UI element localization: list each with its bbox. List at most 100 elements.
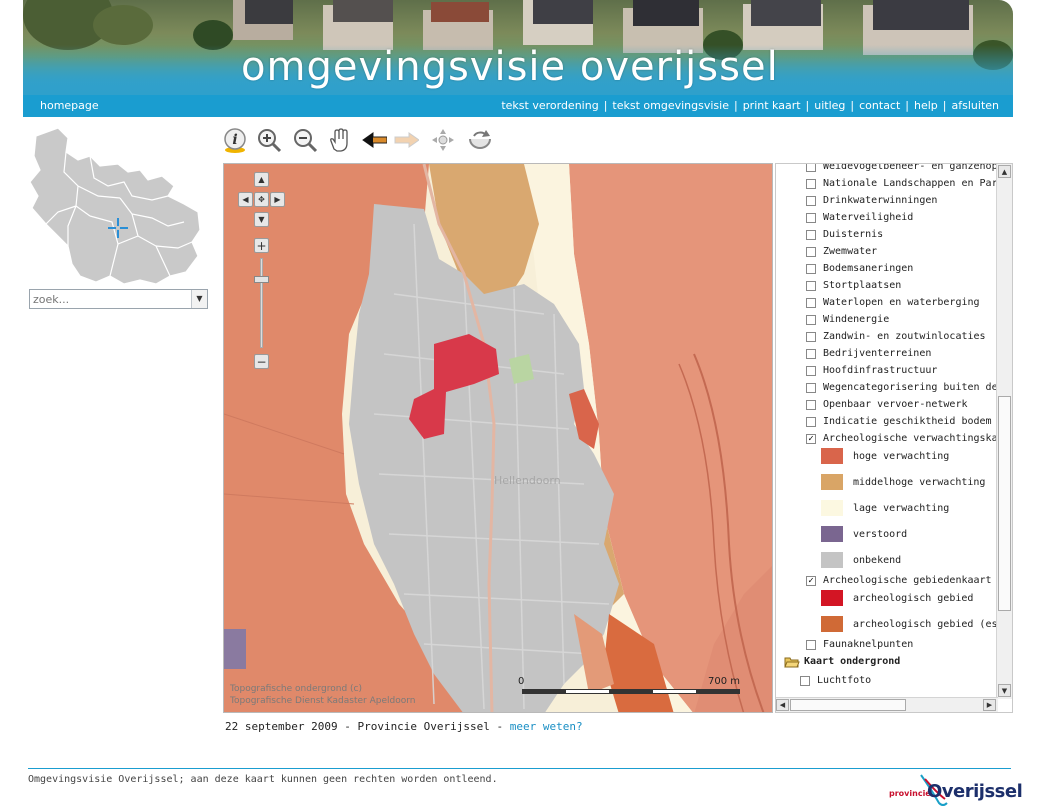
provincie-overijssel-logo[interactable]: provincie Overijssel: [887, 773, 1023, 809]
scroll-down-icon[interactable]: ▼: [998, 684, 1011, 697]
scroll-thumb[interactable]: [790, 699, 906, 711]
layer-checkbox[interactable]: [806, 314, 816, 325]
layer-row[interactable]: Indicatie geschiktheid bodem voor warmte…: [806, 413, 996, 430]
pan-down-button[interactable]: ▼: [254, 212, 269, 227]
layer-row[interactable]: Weidevogelbeheer- en ganzenopvanggebiede…: [806, 164, 996, 175]
layer-label: Weidevogelbeheer- en ganzenopvanggebiede…: [823, 164, 996, 172]
overview-map[interactable]: [28, 126, 204, 288]
layer-checkbox[interactable]: [806, 246, 816, 257]
layer-row[interactable]: Nationale Landschappen en Parken: [806, 175, 996, 192]
nav-link-uitleg[interactable]: uitleg: [814, 99, 845, 112]
nav-link-contact[interactable]: contact: [859, 99, 900, 112]
zoom-in-tool-button[interactable]: [256, 126, 282, 154]
legend-label: middelhoge verwachting: [853, 476, 986, 488]
zoom-out-icon: [294, 129, 318, 153]
layer-checkbox[interactable]: [806, 639, 816, 650]
layer-panel: Weidevogelbeheer- en ganzenopvanggebiede…: [775, 163, 1013, 713]
layer-row[interactable]: ✓ Archeologische verwachtingskaart: [806, 430, 996, 447]
layer-checkbox[interactable]: [806, 263, 816, 274]
full-extent-button[interactable]: [430, 126, 456, 154]
refresh-button[interactable]: [466, 126, 492, 154]
layer-checkbox[interactable]: [806, 365, 816, 376]
pan-left-button[interactable]: ◀: [238, 192, 253, 207]
scroll-thumb[interactable]: [998, 396, 1011, 611]
zoom-slider-track[interactable]: [260, 258, 263, 348]
layer-label: Archeologische verwachtingskaart: [823, 433, 996, 444]
nav-link-tekst-omgevingsvisie[interactable]: tekst omgevingsvisie: [612, 99, 729, 112]
layer-checkbox[interactable]: [806, 399, 816, 410]
layer-checkbox[interactable]: [806, 416, 816, 427]
layer-checkbox-checked[interactable]: ✓: [806, 575, 816, 586]
chevron-down-icon[interactable]: ▼: [191, 290, 207, 308]
legend-swatch: [821, 552, 843, 568]
search-combobox[interactable]: ▼: [29, 289, 208, 309]
vertical-scrollbar[interactable]: ▲ ▼: [996, 164, 1012, 699]
layer-group[interactable]: Kaart ondergrond: [784, 653, 900, 670]
layer-row[interactable]: Duisternis: [806, 226, 883, 243]
nav-link-afsluiten[interactable]: afsluiten: [952, 99, 999, 112]
scroll-right-icon[interactable]: ▶: [983, 699, 996, 711]
layer-label: Bedrijventerreinen: [823, 348, 932, 359]
layer-checkbox[interactable]: [806, 164, 816, 172]
nav-link-print-kaart[interactable]: print kaart: [743, 99, 801, 112]
info-tool-button[interactable]: i: [222, 126, 248, 154]
layer-row[interactable]: Zwemwater: [806, 243, 877, 260]
zoom-in-button[interactable]: +: [254, 238, 269, 253]
layer-checkbox[interactable]: [806, 348, 816, 359]
layer-row[interactable]: Faunaknelpunten: [806, 636, 913, 653]
layer-row[interactable]: ✓ Archeologische gebiedenkaart: [806, 572, 992, 589]
zoom-out-button[interactable]: −: [254, 354, 269, 369]
previous-extent-button[interactable]: [361, 126, 387, 154]
nav-separator: |: [850, 99, 855, 112]
layer-checkbox[interactable]: [800, 675, 810, 686]
nav-link-tekst-verordening[interactable]: tekst verordening: [501, 99, 598, 112]
refresh-icon: [469, 130, 491, 149]
layer-row[interactable]: Windenergie: [806, 311, 889, 328]
nav-link-homepage[interactable]: homepage: [40, 99, 99, 112]
legend-item: archeologisch gebied: [821, 588, 973, 608]
layer-row[interactable]: Waterveiligheid: [806, 209, 913, 226]
next-extent-button[interactable]: [393, 126, 419, 154]
scroll-up-icon[interactable]: ▲: [998, 165, 1011, 178]
layer-row[interactable]: Zandwin- en zoutwinlocaties: [806, 328, 986, 345]
layer-row[interactable]: Luchtfoto: [800, 672, 871, 689]
logo-text-overijssel: Overijssel: [927, 781, 1023, 802]
horizontal-scrollbar[interactable]: ◀ ▶: [776, 697, 998, 712]
layer-row[interactable]: Hoofdinfrastructuur: [806, 362, 937, 379]
search-input[interactable]: [30, 290, 188, 308]
layer-checkbox[interactable]: [806, 297, 816, 308]
layer-row[interactable]: Stortplaatsen: [806, 277, 901, 294]
legend-label: hoge verwachting: [853, 450, 950, 462]
map-viewer[interactable]: Hellendoorn ▲ ◀ ✥ ▶ ▼ + − 0 700 m Topogr…: [223, 163, 773, 713]
zoom-out-tool-button[interactable]: [292, 126, 318, 154]
scale-start-label: 0: [518, 676, 525, 687]
scroll-left-icon[interactable]: ◀: [776, 699, 789, 711]
nav-separator: |: [603, 99, 608, 112]
layer-row[interactable]: Openbaar vervoer-netwerk: [806, 396, 968, 413]
layer-checkbox[interactable]: [806, 212, 816, 223]
meer-weten-link[interactable]: meer weten?: [510, 720, 583, 733]
layer-checkbox-checked[interactable]: ✓: [806, 433, 816, 444]
layer-row[interactable]: Waterlopen en waterberging: [806, 294, 980, 311]
layer-row[interactable]: Drinkwaterwinningen: [806, 192, 937, 209]
pan-tool-button[interactable]: [326, 126, 352, 154]
zoom-slider-handle[interactable]: [254, 276, 269, 283]
map-attribution: Topografische ondergrond (c) Topografisc…: [230, 683, 415, 707]
nav-link-help[interactable]: help: [914, 99, 938, 112]
layer-row[interactable]: Bedrijventerreinen: [806, 345, 931, 362]
zoom-world-button[interactable]: ✥: [254, 192, 269, 207]
layer-checkbox[interactable]: [806, 280, 816, 291]
layer-checkbox[interactable]: [806, 195, 816, 206]
layer-checkbox[interactable]: [806, 229, 816, 240]
layer-checkbox[interactable]: [806, 178, 816, 189]
scale-end-label: 700 m: [707, 676, 740, 687]
map-canvas[interactable]: [224, 164, 773, 713]
layer-row[interactable]: Wegencategorisering buiten de bebouwde k…: [806, 379, 996, 396]
pan-right-button[interactable]: ▶: [270, 192, 285, 207]
layer-row[interactable]: Bodemsaneringen: [806, 260, 913, 277]
pan-up-button[interactable]: ▲: [254, 172, 269, 187]
layer-checkbox[interactable]: [806, 331, 816, 342]
layer-checkbox[interactable]: [806, 382, 816, 393]
header-banner: omgevingsvisie overijssel: [23, 0, 1013, 95]
layer-list: Weidevogelbeheer- en ganzenopvanggebiede…: [776, 164, 996, 699]
